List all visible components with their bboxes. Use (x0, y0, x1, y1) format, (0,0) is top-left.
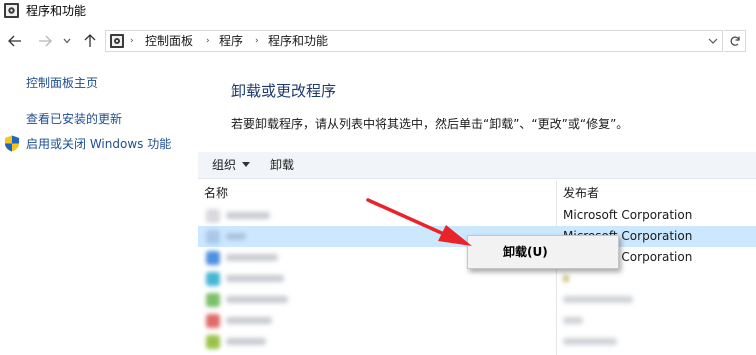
address-bar[interactable]: › 控制面板 › 程序 › 程序和功能 (105, 30, 723, 52)
page-description: 若要卸载程序，请从列表中将其选中，然后单击“卸载”、“更改”或“修复”。 (231, 117, 629, 131)
table-row[interactable] (198, 310, 756, 331)
table-row[interactable] (198, 331, 756, 352)
window-title: 程序和功能 (26, 4, 87, 18)
program-name-obscured (226, 212, 270, 219)
column-header-publisher[interactable]: 发布者 (563, 182, 599, 204)
refresh-button[interactable] (724, 30, 746, 52)
publisher-obscured (563, 275, 569, 282)
control-panel-home-link[interactable]: 控制面板主页 (26, 75, 98, 91)
program-name-obscured (226, 296, 288, 303)
breadcrumb-programs-and-features[interactable]: 程序和功能 (268, 34, 328, 49)
refresh-icon (730, 36, 740, 46)
navigation-bar: › 控制面板 › 程序 › 程序和功能 (0, 27, 756, 55)
programs-and-features-icon (4, 3, 19, 18)
uninstall-toolbar-button[interactable]: 卸载 (270, 157, 294, 173)
publisher-obscured (563, 338, 617, 345)
table-row[interactable]: Microsoft Corporation (198, 205, 756, 226)
up-arrow-icon (84, 34, 96, 47)
command-bar: 组织 卸载 (198, 152, 756, 179)
breadcrumb-separator: › (206, 36, 210, 46)
page-title: 卸载或更改程序 (231, 82, 337, 100)
chevron-down-icon (63, 38, 71, 44)
organize-dropdown-caret[interactable] (242, 162, 250, 167)
title-bar: 程序和功能 (0, 0, 756, 24)
column-header-name[interactable]: 名称 (204, 182, 228, 204)
table-row[interactable] (198, 268, 756, 289)
view-installed-updates-link[interactable]: 查看已安装的更新 (26, 111, 122, 127)
breadcrumb-separator: › (130, 36, 134, 46)
program-icon (206, 230, 220, 244)
program-icon (206, 293, 220, 307)
program-icon (206, 272, 220, 286)
program-name-obscured (226, 254, 278, 261)
publisher-cell: Microsoft Corporation (563, 208, 693, 222)
publisher-obscured (563, 317, 583, 324)
program-name-obscured (226, 275, 284, 282)
back-arrow-icon (8, 35, 21, 47)
turn-windows-features-link[interactable]: 启用或关闭 Windows 功能 (26, 136, 171, 152)
breadcrumb-control-panel[interactable]: 控制面板 (145, 34, 193, 49)
address-dropdown-icon[interactable] (707, 35, 719, 47)
program-icon (206, 209, 220, 223)
up-button[interactable] (81, 31, 99, 51)
program-name-obscured (226, 233, 246, 240)
context-menu-uninstall[interactable]: 卸载(U) (503, 245, 548, 260)
recent-locations-button[interactable] (60, 31, 74, 51)
forward-button[interactable] (36, 31, 54, 51)
breadcrumb-separator: › (255, 36, 259, 46)
program-icon (206, 335, 220, 349)
breadcrumb-programs[interactable]: 程序 (219, 34, 243, 49)
program-name-obscured (226, 338, 266, 345)
control-panel-icon (110, 34, 124, 48)
organize-menu-button[interactable]: 组织 (212, 157, 236, 173)
publisher-obscured (563, 296, 633, 303)
program-icon (206, 251, 220, 265)
back-button[interactable] (6, 31, 24, 51)
program-icon (206, 314, 220, 328)
context-menu: 卸载(U) (467, 235, 619, 269)
uac-shield-icon (5, 135, 19, 152)
forward-arrow-icon (39, 35, 52, 47)
program-name-obscured (226, 317, 272, 324)
table-row[interactable] (198, 289, 756, 310)
